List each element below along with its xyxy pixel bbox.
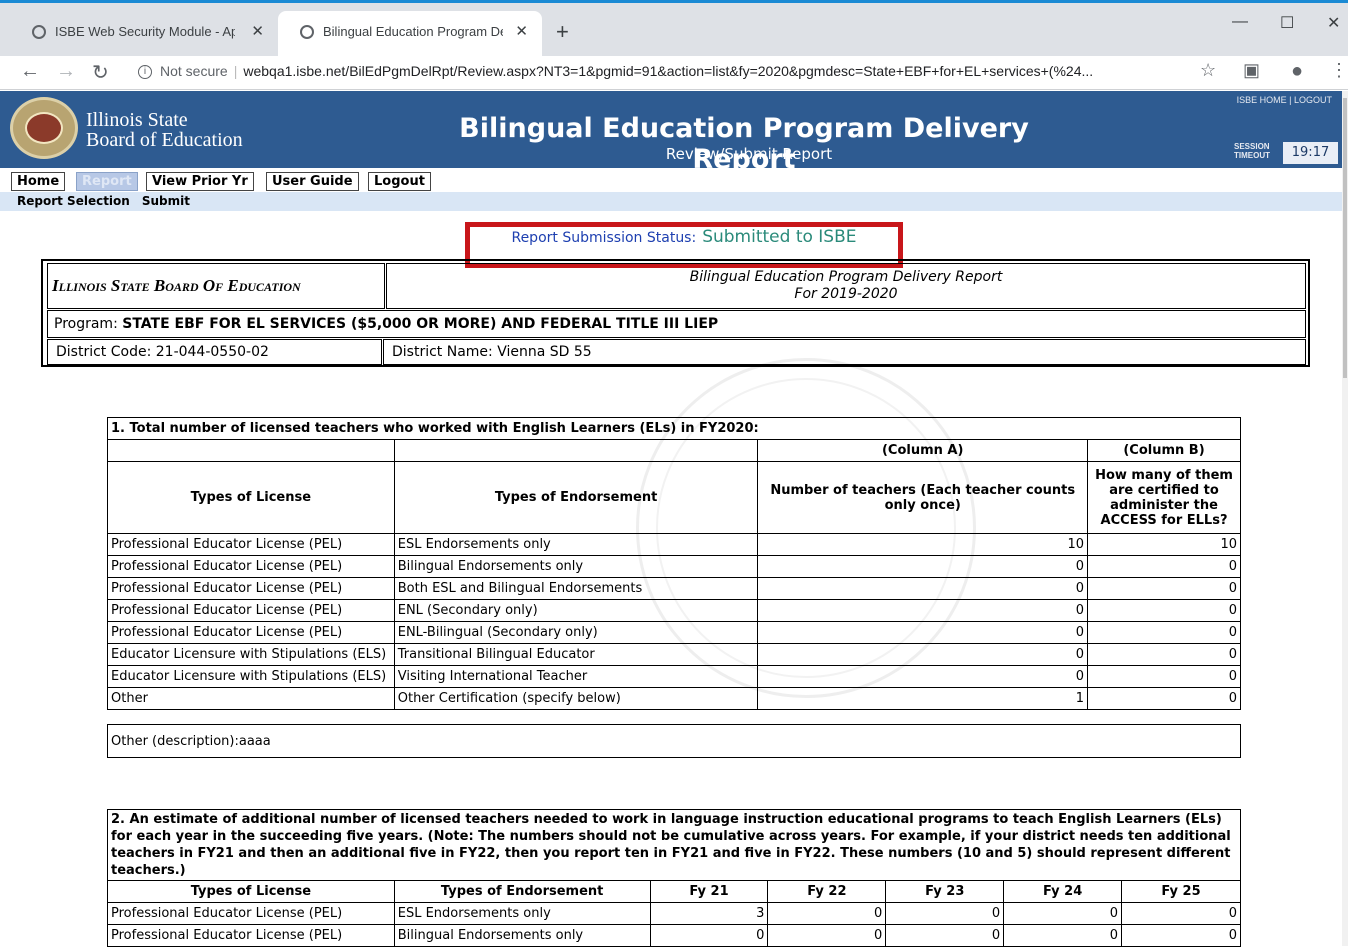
forward-arrow-icon[interactable]: →: [56, 60, 76, 83]
table-row: Professional Educator License (PEL) ESL E…: [107, 902, 1241, 925]
other-description: Other (description):aaaa: [107, 724, 1241, 758]
table-row: Professional Educator License (PEL) ENL-B…: [107, 621, 1241, 644]
maximize-icon[interactable]: ☐: [1280, 13, 1294, 33]
isbe-seal-logo: [10, 97, 78, 159]
status-value: Submitted to ISBE: [702, 227, 857, 247]
header-teacher-count: Number of teachers (Each teacher counts …: [757, 461, 1089, 534]
menu-home[interactable]: Home: [11, 172, 66, 191]
licensed-teachers-table: 1. Total number of licensed teachers who…: [107, 417, 1241, 710]
minimize-icon[interactable]: —: [1232, 13, 1248, 31]
window-close-icon[interactable]: ✕: [1327, 13, 1340, 33]
address-bar[interactable]: i Not secure | webqa1.isbe.net/BilEdPgmDelR…: [126, 56, 1196, 86]
header-endorsement: Types of Endorsement: [393, 880, 651, 903]
app-title: Bilingual Education Program Delivery Rep…: [459, 113, 1029, 175]
extension-icon[interactable]: ▣: [1243, 60, 1260, 81]
program-row: Program: STATE EBF FOR EL SERVICES ($5,0…: [47, 310, 1306, 338]
section1-caption: 1. Total number of licensed teachers who…: [107, 417, 1241, 440]
header-license: Types of License: [107, 461, 395, 534]
security-indicator: Not secure: [160, 63, 228, 79]
app-header: Illinois State Board of Education Biling…: [0, 91, 1342, 175]
header-access-certified: How many of them are certified to admini…: [1087, 461, 1241, 534]
reload-icon[interactable]: ↻: [92, 60, 109, 85]
browser-toolbar: ← → ↻ i Not secure | webqa1.isbe.net/BilEdP…: [0, 56, 1348, 90]
table-row: Professional Educator License (PEL) ENL (…: [107, 599, 1241, 622]
sub-navigation: Report Selection Submit: [0, 192, 1342, 211]
isbe-heading: Illinois State Board Of Education: [47, 263, 385, 309]
header-fy22: Fy 22: [767, 880, 887, 903]
header-fy24: Fy 24: [1003, 880, 1123, 903]
globe-icon: [300, 25, 314, 39]
menu-user-guide[interactable]: User Guide: [266, 172, 359, 191]
app-subtitle: Review/Submit Report: [665, 145, 833, 163]
globe-icon: [32, 25, 46, 39]
new-tab-button[interactable]: +: [556, 19, 569, 45]
column-a-label: (Column A): [757, 439, 1089, 462]
tab-label: ISBE Web Security Module - Appl: [55, 24, 235, 39]
profile-icon[interactable]: ●: [1291, 60, 1303, 83]
header-license: Types of License: [107, 880, 395, 903]
back-arrow-icon[interactable]: ←: [20, 60, 40, 83]
info-icon[interactable]: i: [138, 65, 152, 80]
browser-tab-bilingual-report[interactable]: Bilingual Education Program Deli ✕: [278, 11, 542, 59]
table-row: Professional Educator License (PEL) Bilin…: [107, 924, 1241, 947]
menu-view-prior-yr[interactable]: View Prior Yr: [146, 172, 254, 191]
table-row: Other Other Certification (specify below)…: [107, 687, 1241, 710]
header-fy21: Fy 21: [649, 880, 769, 903]
main-menu: Home Report View Prior Yr User Guide Log…: [0, 168, 1342, 192]
table-row: Educator Licensure with Stipulations (EL…: [107, 665, 1241, 688]
district-name: District Name: Vienna SD 55: [383, 339, 1306, 365]
menu-report[interactable]: Report: [76, 172, 138, 191]
district-code: District Code: 21-044-0550-02: [47, 339, 382, 365]
url-text: webqa1.isbe.net/BilEdPgmDelRpt/Review.as…: [243, 63, 1094, 79]
status-label: Report Submission Status:: [511, 230, 697, 246]
report-title-block: Bilingual Education Program Delivery Rep…: [386, 263, 1306, 309]
bookmark-star-icon[interactable]: ☆: [1200, 60, 1216, 81]
isbe-home-logout-links[interactable]: ISBE HOME | LOGOUT: [1237, 95, 1332, 105]
header-endorsement: Types of Endorsement: [393, 461, 759, 534]
subnav-report-selection[interactable]: Report Selection: [17, 194, 130, 208]
additional-teachers-table: 2. An estimate of additional number of l…: [107, 809, 1241, 947]
table-row: Professional Educator License (PEL) Bilin…: [107, 555, 1241, 578]
subnav-submit[interactable]: Submit: [142, 194, 190, 208]
session-timeout-label: SESSION TIMEOUT: [1234, 142, 1270, 160]
close-tab-icon[interactable]: ✕: [515, 11, 528, 53]
section2-caption: 2. An estimate of additional number of l…: [107, 809, 1241, 881]
close-tab-icon[interactable]: ✕: [251, 11, 264, 53]
table-row: Educator Licensure with Stipulations (EL…: [107, 643, 1241, 666]
browser-tab-strip: ISBE Web Security Module - Appl ✕ Biling…: [0, 0, 1348, 59]
program-value: STATE EBF FOR EL SERVICES ($5,000 OR MOR…: [122, 316, 719, 332]
header-fy23: Fy 23: [885, 880, 1005, 903]
menu-logout[interactable]: Logout: [368, 172, 431, 191]
agency-name: Illinois State Board of Education: [86, 109, 243, 151]
table-row: Professional Educator License (PEL) Both …: [107, 577, 1241, 600]
scrollbar-thumb[interactable]: [1343, 98, 1347, 378]
session-timer: 19:17: [1283, 142, 1338, 164]
other-description-value: aaaa: [238, 734, 271, 749]
column-b-label: (Column B): [1087, 439, 1241, 462]
header-fy25: Fy 25: [1121, 880, 1241, 903]
report-header: Illinois State Board Of Education Biling…: [41, 259, 1310, 367]
browser-tab-security-module[interactable]: ISBE Web Security Module - Appl ✕: [10, 11, 278, 59]
table-row: Professional Educator License (PEL) ESL E…: [107, 533, 1241, 556]
kebab-menu-icon[interactable]: ⋮: [1330, 60, 1348, 81]
tab-label: Bilingual Education Program Deli: [323, 24, 503, 39]
